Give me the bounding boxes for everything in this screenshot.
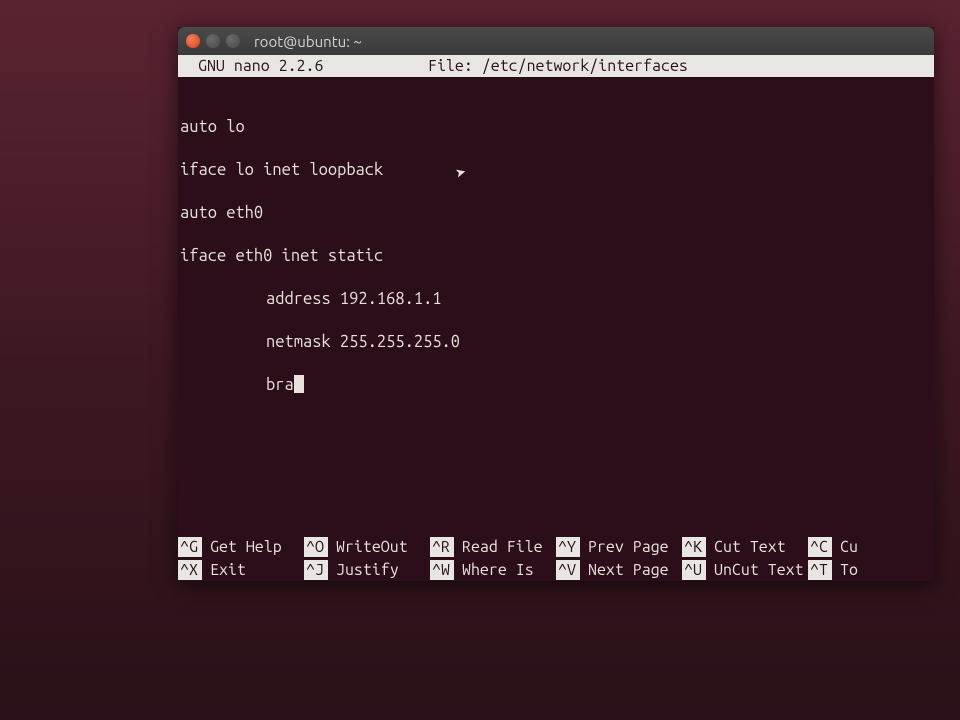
shortcut-row: ^XExit ^JJustify ^WWhere Is ^VNext Page … [178, 558, 934, 581]
shortcut-row: ^GGet Help ^OWriteOut ^RRead File ^YPrev… [178, 535, 934, 558]
window-title: root@ubuntu: ~ [254, 33, 362, 50]
window-controls [186, 34, 240, 48]
shortcut-prev-page[interactable]: ^YPrev Page [556, 537, 682, 557]
nano-header-bar: GNU nano 2.2.6 File: /etc/network/interf… [178, 55, 934, 77]
editor-line: bra [180, 375, 934, 397]
nano-version: GNU nano 2.2.6 [178, 57, 428, 75]
shortcut-exit[interactable]: ^XExit [178, 560, 304, 580]
maximize-icon[interactable] [226, 34, 240, 48]
close-icon[interactable] [186, 34, 200, 48]
shortcut-uncut-text[interactable]: ^UUnCut Text [682, 560, 808, 580]
editor-line: auto eth0 [180, 203, 934, 225]
nano-file-path: /etc/network/interfaces [482, 57, 688, 75]
shortcut-next-page[interactable]: ^VNext Page [556, 560, 682, 580]
shortcut-writeout[interactable]: ^OWriteOut [304, 537, 430, 557]
shortcut-get-help[interactable]: ^GGet Help [178, 537, 304, 557]
shortcut-read-file[interactable]: ^RRead File [430, 537, 556, 557]
editor-line: netmask 255.255.255.0 [180, 332, 934, 354]
shortcut-cut-text[interactable]: ^KCut Text [682, 537, 808, 557]
nano-file-info: File: /etc/network/interfaces [428, 57, 934, 75]
nano-shortcut-bar: ^GGet Help ^OWriteOut ^RRead File ^YPrev… [178, 535, 934, 581]
shortcut-cur-pos[interactable]: ^CCu [808, 537, 934, 557]
minimize-icon[interactable] [206, 34, 220, 48]
editor-line: iface eth0 inet static [180, 246, 934, 268]
editor-line: auto lo [180, 117, 934, 139]
editor-line: address 192.168.1.1 [180, 289, 934, 311]
terminal-window: root@ubuntu: ~ GNU nano 2.2.6 File: /etc… [178, 27, 934, 581]
text-cursor [294, 375, 304, 393]
shortcut-to-spell[interactable]: ^TTo [808, 560, 934, 580]
nano-file-label: File: [428, 57, 473, 75]
shortcut-where-is[interactable]: ^WWhere Is [430, 560, 556, 580]
editor-content[interactable]: auto lo iface lo inet loopback auto eth0… [178, 77, 934, 535]
window-titlebar[interactable]: root@ubuntu: ~ [178, 27, 934, 55]
shortcut-justify[interactable]: ^JJustify [304, 560, 430, 580]
editor-line: iface lo inet loopback [180, 160, 934, 182]
